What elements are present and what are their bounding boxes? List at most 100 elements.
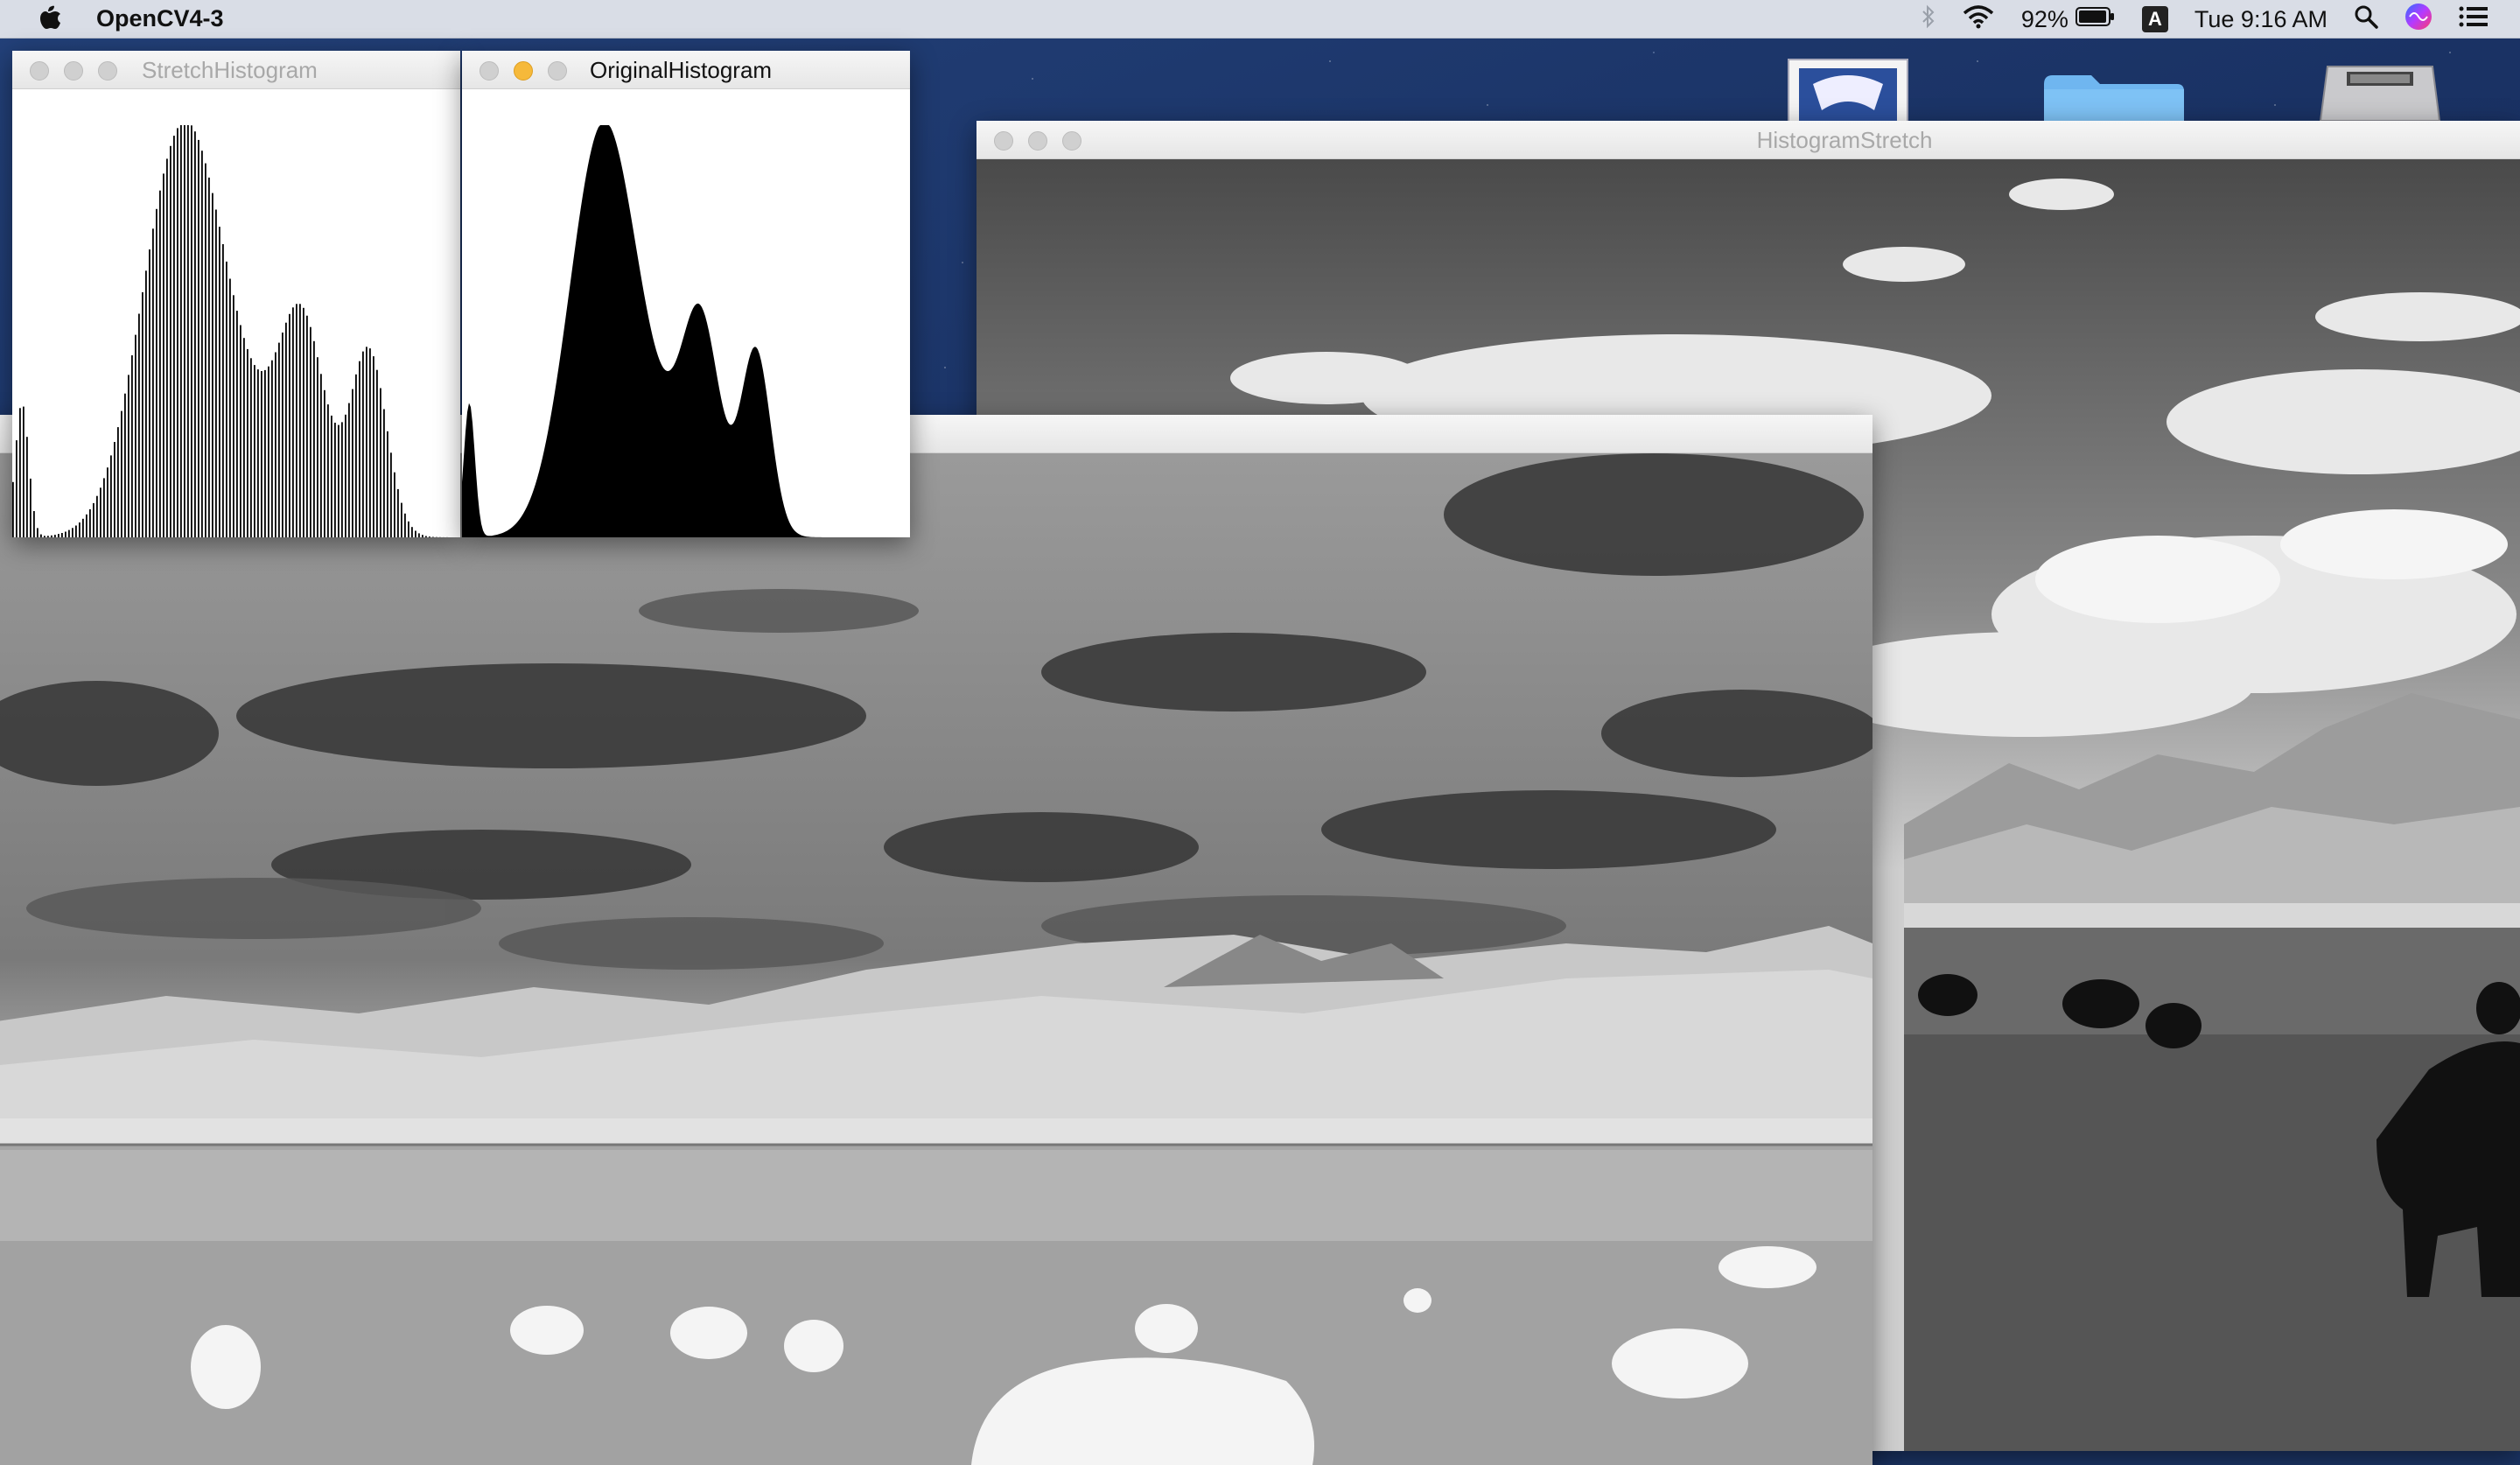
histogram-bar <box>404 514 406 537</box>
histogram-bar <box>128 375 130 537</box>
histogram-bar <box>93 503 94 537</box>
minimize-button[interactable] <box>64 61 83 81</box>
histogram-bar <box>180 125 182 537</box>
histogram-bar <box>380 389 382 538</box>
histogram-bar <box>65 532 66 538</box>
minimize-button[interactable] <box>514 61 533 81</box>
histogram-bar <box>131 355 133 537</box>
zoom-button[interactable] <box>98 61 117 81</box>
bluetooth-icon[interactable] <box>1922 4 1936 35</box>
histogram-bar <box>51 536 52 537</box>
stretch-histogram-titlebar[interactable]: StretchHistogram <box>12 51 460 89</box>
histogram-bar <box>75 526 77 538</box>
histogram-bar <box>135 335 136 537</box>
histogram-bar <box>30 479 32 537</box>
apple-icon[interactable] <box>35 4 63 35</box>
notification-center-icon[interactable] <box>2459 5 2488 34</box>
histogram-bar <box>324 390 326 537</box>
app-menu-name[interactable]: OpenCV4-3 <box>96 5 224 32</box>
histogram-bar <box>278 343 280 537</box>
histogram-bar <box>418 533 420 537</box>
histogram-bar <box>236 311 238 537</box>
close-button[interactable] <box>30 61 49 81</box>
histogram-bar <box>16 440 18 537</box>
histogram-bar <box>397 489 399 537</box>
histogram-bar <box>37 528 38 537</box>
histogram-bar <box>44 536 46 537</box>
histogram-bar <box>201 151 203 537</box>
histogram-bar <box>205 164 206 537</box>
histogram-bar <box>348 403 350 537</box>
histogram-bar <box>313 341 315 537</box>
histogram-bar <box>47 536 49 537</box>
histogram-bar <box>415 531 416 538</box>
histogram-bar <box>117 427 119 537</box>
histogram-bar <box>411 527 413 537</box>
histogram-bar <box>243 338 245 537</box>
histogram-bar <box>149 249 150 537</box>
histogram-bar <box>383 410 385 538</box>
histogram-bar <box>219 227 220 537</box>
histogram-bar <box>310 327 312 537</box>
histogram-bar <box>401 503 402 537</box>
histogram-bar <box>250 358 252 537</box>
input-source-icon[interactable]: A <box>2142 6 2168 32</box>
histogram-bar <box>163 173 164 537</box>
wifi-icon[interactable] <box>1962 4 1995 35</box>
histogram-bar <box>275 353 276 538</box>
histogram-bar <box>247 349 248 537</box>
histogram-bar <box>271 361 273 537</box>
histogram-bar <box>296 304 298 537</box>
inverted-image-window[interactable] <box>0 415 1872 1465</box>
histogram-bar <box>110 455 112 537</box>
stretch-histogram-bars <box>12 89 460 537</box>
histogram-bar <box>166 158 168 537</box>
histogram-bar <box>352 389 354 537</box>
histogram-bar <box>327 404 329 537</box>
hard-drive-icon[interactable] <box>2319 60 2441 125</box>
histogram-bar <box>187 125 189 537</box>
battery-percent[interactable]: 92% <box>2021 6 2068 33</box>
histogram-bar <box>306 316 308 537</box>
histogram-bar <box>215 210 217 538</box>
histogram-bar <box>173 136 175 537</box>
siri-icon[interactable] <box>2404 3 2432 37</box>
histogram-bar <box>387 431 388 537</box>
histogram-bar <box>408 522 410 537</box>
histogram-bar <box>96 496 98 537</box>
close-button[interactable] <box>480 61 499 81</box>
menu-bar: OpenCV4-3 92% A Tue 9:16 AM <box>0 0 2520 39</box>
histogram-bar <box>264 370 266 537</box>
app-document-icon[interactable] <box>1787 58 1909 125</box>
histogram-bar <box>362 352 364 537</box>
folder-icon[interactable] <box>2042 72 2186 125</box>
spotlight-search-icon[interactable] <box>2354 4 2378 35</box>
stretch-histogram-window[interactable]: StretchHistogram <box>12 51 460 537</box>
histogram-bar <box>184 125 186 537</box>
zoom-button[interactable] <box>548 61 567 81</box>
inverted-image <box>0 453 1872 1465</box>
histogram-bar <box>222 244 224 537</box>
histogram-bar <box>152 228 154 537</box>
histogram-bar <box>107 467 108 537</box>
battery-icon[interactable] <box>2076 6 2116 33</box>
histogram-bar <box>345 415 346 537</box>
histogram-bar <box>72 528 74 537</box>
original-histogram-titlebar[interactable]: OriginalHistogram <box>462 51 910 89</box>
histogram-bar <box>338 425 340 537</box>
original-histogram-window[interactable]: OriginalHistogram <box>462 51 910 537</box>
stretch-histogram-plot <box>12 89 460 537</box>
histogram-bar <box>61 533 63 537</box>
histogram-stretch-titlebar[interactable]: HistogramStretch <box>976 121 2520 159</box>
histogram-bar <box>170 146 172 537</box>
original-histogram-plot <box>462 89 910 537</box>
original-histogram-fill <box>462 89 910 537</box>
histogram-bar <box>208 178 210 537</box>
histogram-bar <box>373 356 374 537</box>
histogram-bar <box>229 279 231 538</box>
histogram-bar <box>68 530 70 537</box>
histogram-area <box>462 125 910 537</box>
window-title: HistogramStretch <box>976 121 2520 159</box>
menu-clock[interactable]: Tue 9:16 AM <box>2194 6 2328 33</box>
histogram-bar <box>303 308 304 537</box>
